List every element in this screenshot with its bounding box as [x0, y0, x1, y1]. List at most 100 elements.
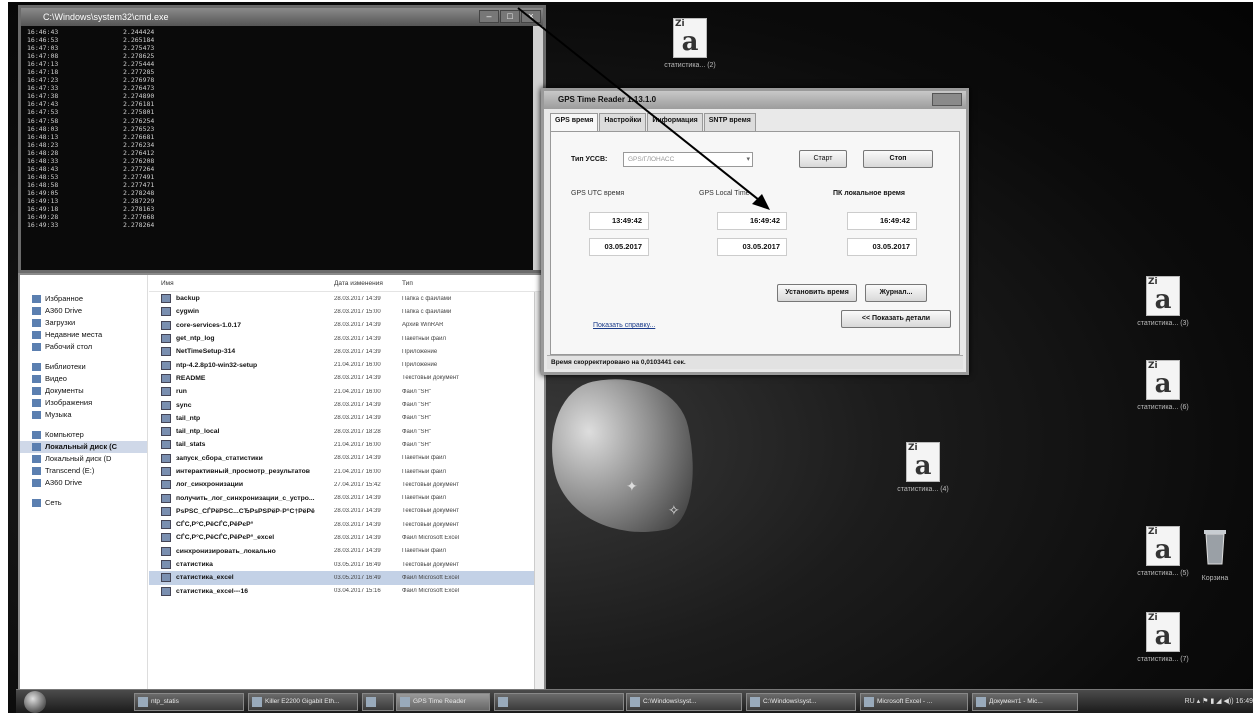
file-row[interactable]: NetTimeSetup-314 28.03.2017 14:39 Приложен…	[149, 345, 544, 358]
file-row[interactable]: core-services-1.0.17 28.03.2017 14:39 Архи…	[149, 319, 544, 332]
file-name-cell: tail_ntp	[149, 413, 334, 423]
taskbar-item[interactable]: ntp_statis	[134, 693, 244, 711]
tab-settings[interactable]: Настройки	[599, 113, 647, 131]
file-row[interactable]: РѕРЅС_СЃРёРЅС...СЂРѕРЅРёР·Р°С†РёРё 28.03.…	[149, 505, 544, 518]
file-row[interactable]: статистика 03.05.2017 16:49 Текстовый доку…	[149, 558, 544, 571]
nav-item[interactable]: Локальный диск (D	[20, 453, 147, 465]
file-row[interactable]: tail_ntp 28.03.2017 14:39 Файл "SH"	[149, 412, 544, 425]
help-link[interactable]: Показать справку...	[593, 322, 655, 329]
file-type: Текстовый документ	[402, 561, 459, 568]
console-line-time: 16:49:33	[27, 221, 59, 230]
console-titlebar[interactable]: C:\Windows\system32\cmd.exe – □ ×	[21, 8, 543, 26]
desk-icon-2[interactable]: Zi a статистика... (3)	[1128, 276, 1198, 328]
maximize-icon[interactable]: □	[500, 10, 520, 23]
nav-item[interactable]: Документы	[20, 385, 147, 397]
nav-item[interactable]: Локальный диск (C	[20, 441, 147, 453]
close-icon[interactable]	[932, 93, 962, 106]
desk-icon-3[interactable]: Zi a статистика... (6)	[1128, 360, 1198, 412]
explorer-window[interactable]: Избранное A360 Drive Загрузки Недавние мест…	[18, 273, 546, 693]
nav-item[interactable]: Музыка	[20, 409, 147, 421]
file-date: 28.03.2017 14:39	[334, 495, 381, 502]
taskbar-item[interactable]: Документ1 - Mic...	[972, 693, 1078, 711]
file-row[interactable]: получить_лог_синхронизации_с_устро... 28.…	[149, 491, 544, 504]
file-date: 28.03.2017 14:39	[334, 322, 381, 329]
nav-item[interactable]: Видео	[20, 373, 147, 385]
file-date: 03.05.2017 16:49	[334, 574, 381, 581]
taskbar-item-label: C:\Windows\syst...	[643, 698, 697, 705]
taskbar-item[interactable]: GPS Time Reader	[396, 693, 490, 711]
taskbar-item[interactable]: Killer E2200 Gigabit Eth...	[248, 693, 358, 711]
folder-icon	[32, 399, 41, 407]
console-line: 16:49:33 2.278264	[27, 221, 537, 229]
stop-button[interactable]: Стоп	[863, 150, 933, 168]
desk-icon-1[interactable]: Zi a статистика... (2)	[655, 18, 725, 70]
nav-item[interactable]: Transcend (E:)	[20, 465, 147, 477]
column-header-type[interactable]: Тип	[402, 280, 544, 287]
close-icon[interactable]: ×	[521, 10, 541, 23]
console-line-value: 2.278248	[123, 188, 155, 197]
tab-sntp-time[interactable]: SNTP время	[703, 113, 756, 131]
taskbar-item[interactable]	[362, 693, 394, 711]
file-row[interactable]: tail_ntp_local 28.03.2017 18:28 Файл "SH"	[149, 425, 544, 438]
file-row[interactable]: запуск_сбора_статистики 28.03.2017 14:39 П…	[149, 452, 544, 465]
journal-button[interactable]: Журнал...	[865, 284, 927, 302]
device-type-select[interactable]: GPS/ГЛОНАСС ▾	[623, 152, 753, 167]
nav-item-label: Документы	[45, 386, 84, 395]
nav-item[interactable]: Загрузки	[20, 317, 147, 329]
file-row[interactable]: статистика_excel---16 03.04.2017 15:16 Фай…	[149, 585, 544, 598]
file-name-cell: статистика_excel	[149, 573, 334, 583]
console-window[interactable]: C:\Windows\system32\cmd.exe – □ × 16:46:…	[18, 5, 546, 273]
gps-time-reader-window[interactable]: GPS Time Reader 1.13.1.0 GPS время Настр…	[541, 88, 969, 375]
file-row[interactable]: run 21.04.2017 16:00 Файл "SH"	[149, 385, 544, 398]
nav-item[interactable]: Библиотеки	[20, 361, 147, 373]
taskbar-item[interactable]: C:\Windows\syst...	[746, 693, 856, 711]
gps-titlebar[interactable]: GPS Time Reader 1.13.1.0	[544, 91, 966, 109]
file-row[interactable]: СЃС‚Р°С‚РёСЃС‚РёРєР° 28.03.2017 14:39 Текс…	[149, 518, 544, 531]
file-row[interactable]: ntp-4.2.8p10-win32-setup 21.04.2017 16:00…	[149, 358, 544, 371]
folder-icon	[32, 455, 41, 463]
taskbar-item[interactable]	[494, 693, 624, 711]
file-row[interactable]: СЃС‚Р°С‚РёСЃС‚РёРєР°_excel 28.03.2017 14:…	[149, 531, 544, 544]
start-button[interactable]: Старт	[799, 150, 847, 168]
console-line: 16:47:08 2.278625	[27, 52, 537, 60]
show-details-button[interactable]: << Показать детали	[841, 310, 951, 328]
clock[interactable]: 16:49	[1235, 698, 1253, 705]
file-date: 03.04.2017 15:16	[334, 588, 381, 595]
desk-icon-4[interactable]: Zi a статистика... (4)	[888, 442, 958, 494]
nav-item[interactable]: Избранное	[20, 293, 147, 305]
file-row[interactable]: README 28.03.2017 14:39 Текстовый документ	[149, 372, 544, 385]
file-row[interactable]: backup 28.03.2017 14:39 Папка с файлами	[149, 292, 544, 305]
pc-date-value: 03.05.2017	[847, 238, 917, 256]
taskbar-item[interactable]: Microsoft Excel - ...	[860, 693, 968, 711]
console-line: 16:48:28 2.276412	[27, 149, 537, 157]
file-row[interactable]: sync 28.03.2017 14:39 Файл "SH"	[149, 398, 544, 411]
nav-item[interactable]: Рабочий стол	[20, 341, 147, 353]
console-line-value: 2.277668	[123, 213, 155, 222]
nav-item[interactable]: A360 Drive	[20, 305, 147, 317]
file-row[interactable]: tail_stats 21.04.2017 16:00 Файл "SH"	[149, 438, 544, 451]
file-row[interactable]: get_ntp_log 28.03.2017 14:39 Пакетный файл	[149, 332, 544, 345]
recycle-bin[interactable]: Корзина	[1180, 526, 1250, 583]
file-row[interactable]: синхронизировать_локально 28.03.2017 14:3…	[149, 545, 544, 558]
file-row[interactable]: лог_синхронизации 27.04.2017 15:42 Текстов…	[149, 478, 544, 491]
nav-item[interactable]: Компьютер	[20, 429, 147, 441]
desk-icon-6[interactable]: Zi a статистика... (7)	[1128, 612, 1198, 664]
console-line-time: 16:48:58	[27, 180, 59, 189]
nav-item[interactable]: Сеть	[20, 497, 147, 509]
nav-item[interactable]: A360 Drive	[20, 477, 147, 489]
console-line-time: 16:48:03	[27, 124, 59, 133]
column-header-date[interactable]: Дата изменения	[334, 280, 402, 287]
file-row[interactable]: интерактивный_просмотр_результатов 21.04.…	[149, 465, 544, 478]
language-indicator[interactable]: RU	[1185, 698, 1195, 705]
file-row[interactable]: статистика_excel 03.05.2017 16:49 Файл Mic…	[149, 571, 544, 585]
tab-info[interactable]: Информация	[647, 113, 703, 131]
start-button-icon[interactable]	[24, 691, 46, 713]
set-time-button[interactable]: Установить время	[777, 284, 857, 302]
minimize-icon[interactable]: –	[479, 10, 499, 23]
taskbar-item[interactable]: C:\Windows\syst...	[626, 693, 742, 711]
file-row[interactable]: cygwin 28.03.2017 15:00 Папка с файлами	[149, 305, 544, 318]
tab-gps-time[interactable]: GPS время	[550, 113, 599, 131]
nav-item[interactable]: Изображения	[20, 397, 147, 409]
nav-item[interactable]: Недавние места	[20, 329, 147, 341]
column-header-name[interactable]: Имя	[149, 280, 334, 287]
